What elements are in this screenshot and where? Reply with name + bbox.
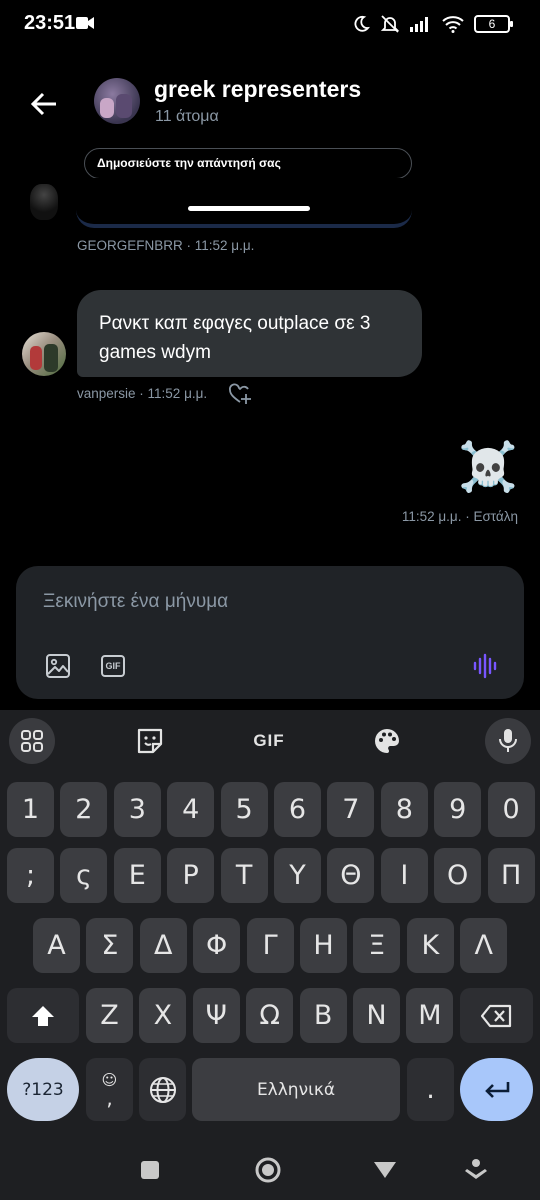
letter-key[interactable]: Χ	[139, 988, 187, 1043]
letter-key[interactable]: Ο	[434, 848, 482, 903]
muted-bell-icon	[380, 15, 400, 33]
letter-key[interactable]: Λ	[460, 918, 508, 973]
do-not-disturb-moon-icon	[354, 15, 370, 32]
scroll-handle[interactable]	[188, 206, 310, 211]
letter-key[interactable]: Ι	[380, 848, 428, 903]
status-time: 23:51	[24, 12, 76, 34]
avatar[interactable]	[22, 332, 66, 376]
palette-icon[interactable]	[364, 718, 410, 764]
wifi-icon	[442, 16, 464, 33]
letter-key[interactable]: Δ	[139, 918, 187, 973]
home-icon[interactable]	[252, 1154, 284, 1186]
keyboard-toolbar: GIF	[0, 710, 540, 772]
letter-key[interactable]: ς	[60, 848, 108, 903]
message-meta: 11:52 μ.μ. · Εστάλη	[401, 509, 518, 524]
message-bubble[interactable]	[76, 178, 412, 228]
number-key[interactable]: 8	[380, 782, 428, 837]
group-member-count[interactable]: 11 άτομα	[155, 108, 219, 126]
letter-key[interactable]: Η	[300, 918, 347, 973]
system-nav-bar	[0, 1140, 540, 1200]
post-reply-banner[interactable]: Δημοσιεύστε την απάντησή σας	[84, 148, 412, 179]
letter-key[interactable]: Α	[33, 918, 80, 973]
message-input[interactable]	[43, 586, 463, 618]
letter-key[interactable]: Γ	[246, 918, 294, 973]
comma-label: ,	[106, 1085, 113, 1110]
recents-icon[interactable]	[134, 1154, 166, 1186]
letter-key[interactable]: Ξ	[353, 918, 401, 973]
period-key[interactable]: .	[407, 1058, 454, 1121]
arrow-left-icon[interactable]	[24, 84, 64, 124]
gif-label: GIF	[101, 655, 125, 677]
voice-wave-icon[interactable]	[470, 650, 502, 682]
letter-key[interactable]: ;	[7, 848, 54, 903]
avatar[interactable]	[22, 180, 66, 224]
number-key[interactable]: 3	[113, 782, 161, 837]
message-composer: GIF	[16, 566, 524, 699]
number-key[interactable]: 9	[434, 782, 482, 837]
symbols-key[interactable]: ?123	[7, 1058, 79, 1121]
battery-icon: 6	[474, 15, 513, 33]
shift-key[interactable]	[7, 988, 79, 1043]
letter-key[interactable]: Ζ	[86, 988, 133, 1043]
letter-key[interactable]: Κ	[406, 918, 454, 973]
letter-key[interactable]: Ψ	[192, 988, 240, 1043]
number-key[interactable]: 4	[167, 782, 215, 837]
status-icons: 6	[352, 14, 513, 34]
letter-key[interactable]: Θ	[327, 848, 375, 903]
video-camera-icon	[76, 17, 94, 29]
microphone-icon[interactable]	[485, 718, 531, 764]
letter-key[interactable]: Υ	[274, 848, 321, 903]
image-icon[interactable]	[42, 650, 74, 682]
globe-icon[interactable]	[139, 1058, 186, 1121]
group-title[interactable]: greek representers	[154, 76, 361, 103]
skull-emoji-message[interactable]: ☠️	[458, 440, 518, 496]
group-avatar[interactable]	[94, 78, 140, 124]
apps-grid-icon[interactable]	[9, 718, 55, 764]
number-key[interactable]: 0	[487, 782, 535, 837]
letter-key[interactable]: Β	[299, 988, 347, 1043]
back-triangle-icon[interactable]	[369, 1154, 401, 1186]
keyboard: GIF 1234567890 ; ς Ε Ρ Τ Υ Θ Ι Ο Π ΑΣΔΦΓΗΞΚΛ	[0, 710, 540, 1140]
status-bar: 23:51 6	[0, 0, 540, 48]
number-key[interactable]: 2	[60, 782, 108, 837]
number-key[interactable]: 1	[7, 782, 54, 837]
letter-key[interactable]: Π	[487, 848, 535, 903]
letter-key[interactable]: Ν	[353, 988, 400, 1043]
message-bubble[interactable]: Ρανκτ καπ εφαγες outplace σε 3 games wdy…	[77, 290, 422, 377]
enter-arrow-icon	[484, 1081, 509, 1098]
backspace-key[interactable]	[460, 988, 533, 1043]
keyboard-hide-icon[interactable]	[460, 1154, 492, 1186]
message-meta: vanpersie · 11:52 μ.μ.	[77, 386, 208, 401]
enter-key[interactable]	[460, 1058, 533, 1121]
message-meta: GEORGEFNBRR · 11:52 μ.μ.	[77, 238, 255, 253]
letter-key[interactable]: Φ	[193, 918, 241, 973]
emoji-comma-key[interactable]: ☺ ,	[86, 1058, 133, 1121]
gif-icon[interactable]: GIF	[97, 650, 129, 682]
signal-icon	[410, 17, 428, 32]
letter-key[interactable]: Σ	[86, 918, 134, 973]
number-key[interactable]: 7	[327, 782, 375, 837]
letter-key[interactable]: Ε	[113, 848, 161, 903]
keyboard-gif-button[interactable]: GIF	[246, 718, 292, 764]
space-key[interactable]: Ελληνικά	[192, 1058, 400, 1121]
letter-key[interactable]: Τ	[220, 848, 268, 903]
letter-key[interactable]: Ω	[246, 988, 294, 1043]
number-key[interactable]: 6	[274, 782, 321, 837]
sticker-icon[interactable]	[127, 718, 173, 764]
add-reaction-icon[interactable]	[228, 382, 252, 406]
letter-key[interactable]: Μ	[406, 988, 454, 1043]
conversation-header: greek representers 11 άτομα	[0, 60, 540, 144]
letter-key[interactable]: Ρ	[167, 848, 215, 903]
number-key[interactable]: 5	[220, 782, 268, 837]
